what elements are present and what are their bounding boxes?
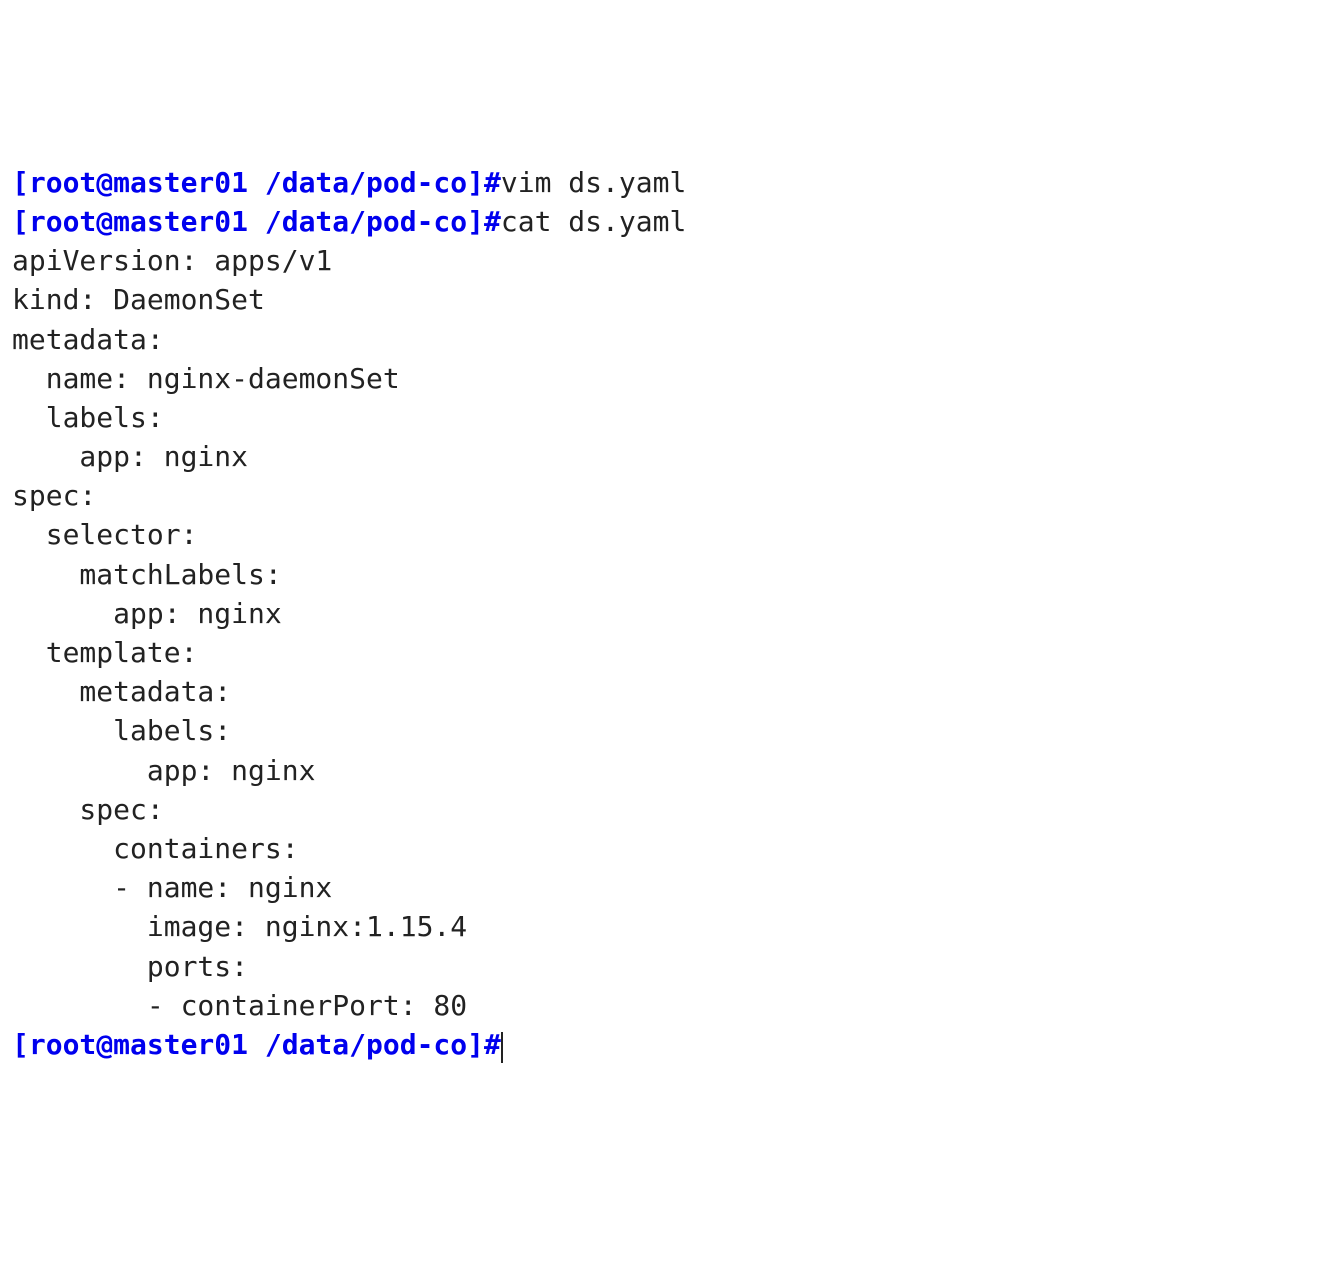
yaml-line: template: [12,633,1320,672]
yaml-line: name: nginx-daemonSet [12,359,1320,398]
command-line-3: [root@master01 /data/pod-co]# [12,1025,1320,1064]
shell-prompt: [root@master01 /data/pod-co]# [12,166,501,199]
yaml-line: app: nginx [12,594,1320,633]
yaml-line: metadata: [12,320,1320,359]
yaml-line: labels: [12,711,1320,750]
yaml-line: metadata: [12,672,1320,711]
command-line-1: [root@master01 /data/pod-co]#vim ds.yaml [12,163,1320,202]
yaml-line: selector: [12,515,1320,554]
yaml-line: image: nginx:1.15.4 [12,907,1320,946]
yaml-line: app: nginx [12,751,1320,790]
shell-prompt: [root@master01 /data/pod-co]# [12,1028,501,1061]
yaml-line: app: nginx [12,437,1320,476]
cursor-icon [501,1032,503,1063]
yaml-line: spec: [12,476,1320,515]
command-text: cat ds.yaml [501,205,686,238]
yaml-line: kind: DaemonSet [12,280,1320,319]
yaml-line: containers: [12,829,1320,868]
yaml-line: matchLabels: [12,555,1320,594]
shell-prompt: [root@master01 /data/pod-co]# [12,205,501,238]
yaml-line: spec: [12,790,1320,829]
yaml-line: labels: [12,398,1320,437]
yaml-line: - name: nginx [12,868,1320,907]
terminal-output[interactable]: [root@master01 /data/pod-co]#vim ds.yaml… [12,163,1320,1064]
command-text: vim ds.yaml [501,166,686,199]
yaml-line: ports: [12,947,1320,986]
yaml-line: - containerPort: 80 [12,986,1320,1025]
yaml-line: apiVersion: apps/v1 [12,241,1320,280]
command-line-2: [root@master01 /data/pod-co]#cat ds.yaml [12,202,1320,241]
